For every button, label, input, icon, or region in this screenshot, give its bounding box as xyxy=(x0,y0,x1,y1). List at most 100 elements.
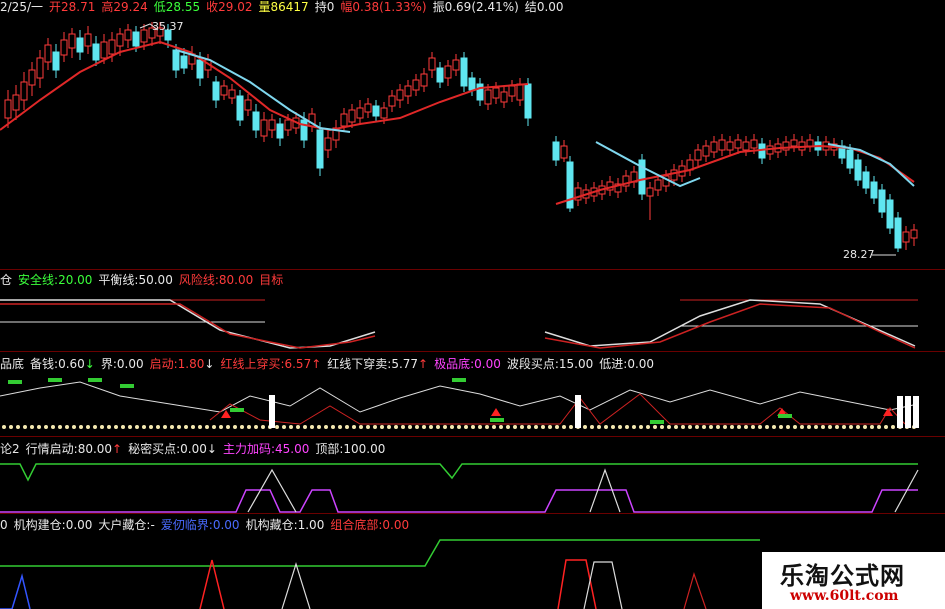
baseline-dot xyxy=(555,425,559,429)
candle-body xyxy=(220,85,228,96)
baseline-dot xyxy=(590,425,594,429)
candle-body xyxy=(694,149,702,161)
baseline-dot xyxy=(583,425,587,429)
baseline-dot xyxy=(128,425,132,429)
candle-body xyxy=(670,169,678,181)
baseline-dot xyxy=(30,425,34,429)
panel1-legend: 仓安全线:20.00 平衡线:50.00 风险线:80.00 目标 xyxy=(0,273,289,287)
candle-body xyxy=(790,139,798,147)
combo-label: 组合底部: xyxy=(330,518,383,532)
baseline-dot xyxy=(2,425,6,429)
main-label: 主力加码: xyxy=(222,442,275,456)
candle-body xyxy=(806,139,814,147)
baseline-dot xyxy=(233,425,237,429)
baseline-dot xyxy=(695,425,699,429)
baseline-dot xyxy=(674,425,678,429)
candle-body xyxy=(726,141,734,151)
baseline-dot xyxy=(16,425,20,429)
baseline-dot xyxy=(506,425,510,429)
candle-body xyxy=(516,83,524,101)
baseline-dot xyxy=(387,425,391,429)
baseline-dot xyxy=(457,425,461,429)
hide-white xyxy=(281,561,311,609)
baseline-dot xyxy=(142,425,146,429)
watermark-box: 乐淘公式网 www.60lt.com xyxy=(762,552,945,609)
baseline-dot xyxy=(660,425,664,429)
market-value: 80.00 xyxy=(77,442,113,456)
baseline-dot xyxy=(51,425,55,429)
baseline-dot xyxy=(702,425,706,429)
red-down-label: 红线下穿卖: xyxy=(327,357,392,371)
candle-body xyxy=(228,89,236,99)
oscillator-white xyxy=(0,299,376,349)
risk-value: 80.00 xyxy=(218,273,254,287)
baseline-dot xyxy=(205,425,209,429)
boundary-blue xyxy=(0,573,31,609)
baseline-dot xyxy=(394,425,398,429)
baseline-dot xyxy=(499,425,503,429)
candle-body xyxy=(508,85,516,97)
red-up-arrow: ↑ xyxy=(311,357,322,371)
baseline-dot xyxy=(800,425,804,429)
baseline-dot xyxy=(366,425,370,429)
baseline-dot xyxy=(303,425,307,429)
green-tag xyxy=(88,378,102,382)
candle-body xyxy=(460,57,468,87)
safe-label: 安全线: xyxy=(18,273,59,287)
combo-red xyxy=(199,559,225,609)
panel4-legend: 0 机构建仓:0.00 大户藏仓:- 爱仞临界:0.00 机构藏仓:1.00 组合底部:0… xyxy=(0,518,415,532)
baseline-dot xyxy=(401,425,405,429)
panel-separator xyxy=(0,436,945,437)
red-up-value: 6.57 xyxy=(284,357,312,371)
green-tag xyxy=(120,384,134,388)
candle-body xyxy=(484,89,492,105)
secret-label: 秘密买点: xyxy=(128,442,181,456)
baseline-dot xyxy=(464,425,468,429)
candle-body xyxy=(244,99,252,111)
baseline-dot xyxy=(114,425,118,429)
balance-label: 平衡线: xyxy=(98,273,139,287)
top-white xyxy=(894,469,919,513)
panel3-title: 论2 xyxy=(0,442,20,456)
green-tag xyxy=(48,378,62,382)
candle-body xyxy=(116,33,124,47)
baseline-dot xyxy=(93,425,97,429)
risk-label: 风险线: xyxy=(178,273,219,287)
candle-body xyxy=(718,139,726,151)
baseline-dot xyxy=(646,425,650,429)
baseline-dot xyxy=(79,425,83,429)
low-price-marker: 28.27 xyxy=(843,248,881,262)
baseline-dot xyxy=(170,425,174,429)
baseline-dot xyxy=(681,425,685,429)
candle-body xyxy=(750,139,758,149)
secret-value: 0.00 xyxy=(180,442,207,456)
wave-value: 15.00 xyxy=(558,357,594,371)
candle-body xyxy=(862,171,870,189)
baseline-dot xyxy=(429,425,433,429)
baseline-dot xyxy=(156,425,160,429)
start-value: 1.80 xyxy=(177,357,205,371)
candle-body xyxy=(846,149,854,169)
candle-body xyxy=(12,94,20,111)
baseline-dot xyxy=(716,425,720,429)
baseline-dot xyxy=(709,425,713,429)
baseline-dot xyxy=(828,425,832,429)
wave-buy-bar xyxy=(913,396,919,428)
baseline-dot xyxy=(247,425,251,429)
baseline-dot xyxy=(884,425,888,429)
candle-body xyxy=(742,141,750,151)
baseline-dot xyxy=(856,425,860,429)
candle-body xyxy=(140,29,148,43)
baseline-dot xyxy=(373,425,377,429)
baseline-dot xyxy=(121,425,125,429)
baseline-dot xyxy=(758,425,762,429)
baseline-dot xyxy=(289,425,293,429)
baseline-dot xyxy=(338,425,342,429)
candle-body xyxy=(28,69,36,86)
baseline-dot xyxy=(688,425,692,429)
baseline-dot xyxy=(331,425,335,429)
build-green xyxy=(0,539,760,567)
candle-body xyxy=(380,107,388,119)
candle-body xyxy=(702,145,710,157)
wave-buy-bar xyxy=(897,396,903,428)
